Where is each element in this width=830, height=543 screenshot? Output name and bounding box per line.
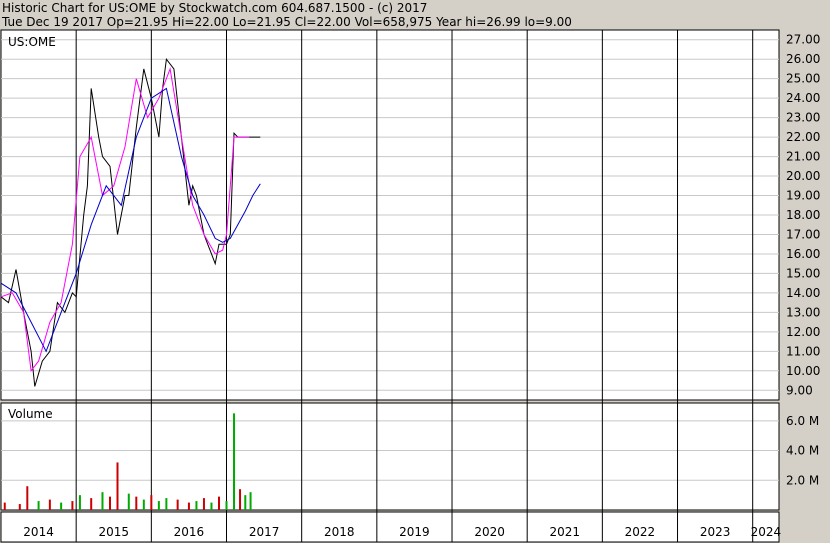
price-tick-label: 21.00 bbox=[786, 150, 820, 164]
year-tick-label: 2024 bbox=[751, 525, 782, 539]
price-tick-label: 12.00 bbox=[786, 325, 820, 339]
year-tick-label: 2020 bbox=[474, 525, 505, 539]
header-line-1: Historic Chart for US:OME by Stockwatch.… bbox=[2, 1, 428, 15]
price-tick-label: 15.00 bbox=[786, 266, 820, 280]
year-tick-label: 2019 bbox=[399, 525, 430, 539]
price-tick-label: 16.00 bbox=[786, 247, 820, 261]
volume-y-ticks: 6.0 M 4.0 M 2.0 M bbox=[786, 414, 819, 487]
price-tick-label: 20.00 bbox=[786, 169, 820, 183]
price-tick-label: 24.00 bbox=[786, 91, 820, 105]
price-tick-label: 11.00 bbox=[786, 344, 820, 358]
price-tick-label: 9.00 bbox=[786, 383, 813, 397]
price-tick-label: 19.00 bbox=[786, 189, 820, 203]
volume-tick-label: 4.0 M bbox=[786, 444, 819, 458]
year-tick-label: 2017 bbox=[249, 525, 280, 539]
price-tick-label: 13.00 bbox=[786, 305, 820, 319]
year-tick-label: 2015 bbox=[98, 525, 129, 539]
price-y-ticks: 27.00 26.00 25.00 24.00 23.00 22.00 21.00 20.00… bbox=[786, 33, 820, 398]
price-tick-label: 18.00 bbox=[786, 208, 820, 222]
volume-tick-label: 2.0 M bbox=[786, 473, 819, 487]
year-tick-label: 2016 bbox=[174, 525, 205, 539]
year-tick-label: 2021 bbox=[549, 525, 580, 539]
price-tick-label: 22.00 bbox=[786, 130, 820, 144]
volume-chart-title: Volume bbox=[8, 407, 53, 421]
chart-canvas: 27.00 26.00 25.00 24.00 23.00 22.00 21.00 20.00… bbox=[0, 29, 820, 543]
year-tick-label: 2022 bbox=[625, 525, 656, 539]
price-tick-label: 14.00 bbox=[786, 286, 820, 300]
price-tick-label: 27.00 bbox=[786, 33, 820, 47]
price-tick-label: 17.00 bbox=[786, 227, 820, 241]
year-tick-label: 2018 bbox=[324, 525, 355, 539]
price-chart-title: US:OME bbox=[8, 35, 56, 49]
header-line-2: Tue Dec 19 2017 Op=21.95 Hi=22.00 Lo=21.… bbox=[2, 15, 572, 29]
price-tick-label: 25.00 bbox=[786, 72, 820, 86]
year-tick-label: 2023 bbox=[700, 525, 731, 539]
year-tick-label: 2014 bbox=[23, 525, 54, 539]
price-tick-label: 26.00 bbox=[786, 52, 820, 66]
volume-tick-label: 6.0 M bbox=[786, 414, 819, 428]
price-tick-label: 23.00 bbox=[786, 111, 820, 125]
price-tick-label: 10.00 bbox=[786, 364, 820, 378]
